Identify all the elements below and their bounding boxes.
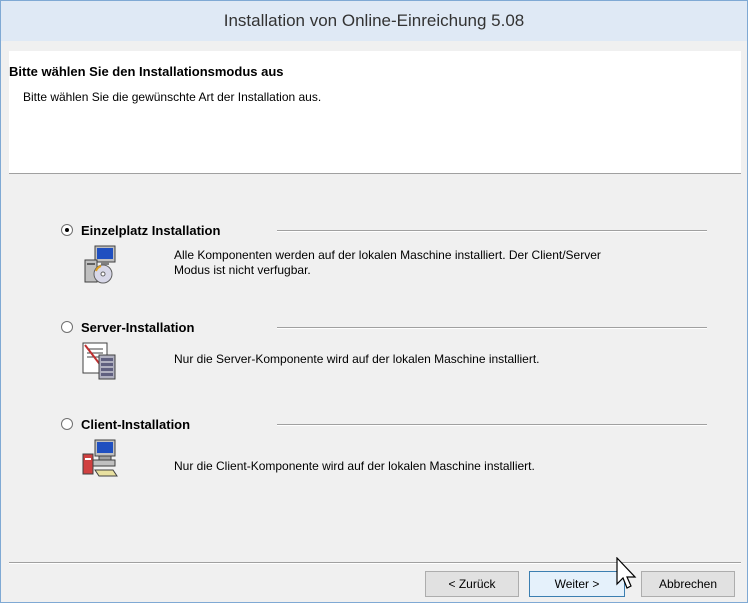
option-client-description: Nur die Client-Komponente wird auf der l…	[174, 442, 734, 474]
page-header: Bitte wählen Sie den Installationsmodus …	[9, 51, 741, 174]
server-icon	[82, 342, 116, 380]
option-einzelplatz-description: Alle Komponenten werden auf der lokalen …	[174, 248, 734, 278]
client-computer-icon	[82, 439, 118, 477]
next-button[interactable]: Weiter >	[529, 571, 625, 597]
option-server-row[interactable]: Server-Installation	[61, 319, 194, 335]
option-einzelplatz-desc-line2: Modus ist nicht verfugbar.	[174, 263, 311, 277]
cancel-button[interactable]: Abbrechen	[641, 571, 735, 597]
window-title: Installation von Online-Einreichung 5.08	[1, 1, 747, 41]
radio-server[interactable]	[61, 321, 73, 333]
back-button[interactable]: < Zurück	[425, 571, 519, 597]
radio-einzelplatz[interactable]	[61, 224, 73, 236]
option-divider	[277, 230, 707, 232]
header-title: Bitte wählen Sie den Installationsmodus …	[9, 64, 284, 79]
option-einzelplatz-label[interactable]: Einzelplatz Installation	[81, 223, 220, 238]
option-einzelplatz-desc-line1: Alle Komponenten werden auf der lokalen …	[174, 248, 601, 262]
option-divider	[277, 424, 707, 426]
installer-window: Installation von Online-Einreichung 5.08…	[0, 0, 748, 603]
option-client-desc-line1: Nur die Client-Komponente wird auf der l…	[174, 459, 535, 473]
workstation-cd-icon	[84, 245, 116, 284]
option-divider	[277, 327, 707, 329]
radio-client[interactable]	[61, 418, 73, 430]
option-client-label[interactable]: Client-Installation	[81, 417, 190, 432]
option-einzelplatz-row[interactable]: Einzelplatz Installation	[61, 222, 220, 238]
option-client-row[interactable]: Client-Installation	[61, 416, 190, 432]
header-subtitle: Bitte wählen Sie die gewünschte Art der …	[23, 90, 322, 104]
mouse-cursor-icon	[616, 557, 637, 589]
option-server-description: Nur die Server-Komponente wird auf der l…	[174, 345, 734, 367]
option-server-label[interactable]: Server-Installation	[81, 320, 194, 335]
option-server-desc-line1: Nur die Server-Komponente wird auf der l…	[174, 352, 540, 366]
